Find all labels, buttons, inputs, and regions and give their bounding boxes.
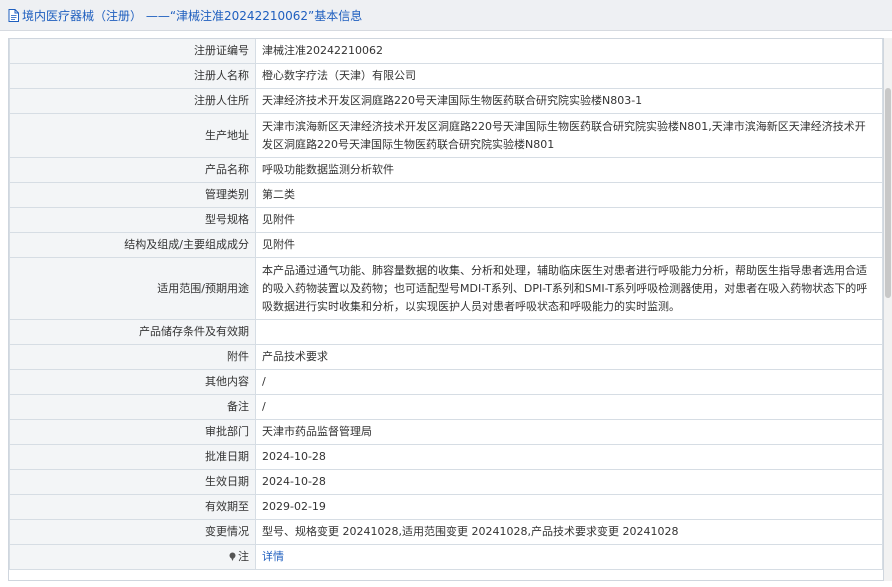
field-label: 备注	[9, 394, 256, 420]
field-value: 2024-10-28	[255, 469, 883, 495]
table-row: 附件 产品技术要求	[9, 344, 883, 370]
detail-table: 注册证编号 津械注准20242210062 注册人名称 橙心数字疗法（天津）有限…	[9, 39, 883, 570]
document-icon	[8, 8, 19, 22]
field-label: 生产地址	[9, 113, 256, 158]
field-value: 见附件	[255, 207, 883, 233]
field-value: /	[255, 369, 883, 395]
field-value: 2029-02-19	[255, 494, 883, 520]
table-row: 注册人名称 橙心数字疗法（天津）有限公司	[9, 63, 883, 89]
field-value	[255, 319, 883, 345]
field-label: 管理类别	[9, 182, 256, 208]
note-label: 注	[9, 544, 256, 570]
page-title: 境内医疗器械（注册） ——“津械注准20242210062”基本信息	[22, 8, 363, 23]
field-label: 适用范围/预期用途	[9, 257, 256, 320]
field-value: 天津经济技术开发区洞庭路220号天津国际生物医药联合研究院实验楼N803-1	[255, 88, 883, 114]
table-row: 结构及组成/主要组成成分 见附件	[9, 232, 883, 258]
table-row: 有效期至 2029-02-19	[9, 494, 883, 520]
field-value: 天津市滨海新区天津经济技术开发区洞庭路220号天津国际生物医药联合研究院实验楼N…	[255, 113, 883, 158]
field-label: 结构及组成/主要组成成分	[9, 232, 256, 258]
field-label: 型号规格	[9, 207, 256, 233]
field-label: 其他内容	[9, 369, 256, 395]
table-row: 管理类别 第二类	[9, 182, 883, 208]
note-value: 详情	[255, 544, 883, 570]
table-row: 适用范围/预期用途 本产品通过通气功能、肺容量数据的收集、分析和处理，辅助临床医…	[9, 257, 883, 320]
field-label: 生效日期	[9, 469, 256, 495]
table-row: 生效日期 2024-10-28	[9, 469, 883, 495]
table-row: 备注 /	[9, 394, 883, 420]
field-label: 注册人住所	[9, 88, 256, 114]
field-label: 批准日期	[9, 444, 256, 470]
field-value: 本产品通过通气功能、肺容量数据的收集、分析和处理，辅助临床医生对患者进行呼吸能力…	[255, 257, 883, 320]
field-value: 津械注准20242210062	[255, 39, 883, 64]
field-value: 2024-10-28	[255, 444, 883, 470]
note-label-text: 注	[238, 550, 249, 563]
field-label: 产品名称	[9, 157, 256, 183]
table-row: 型号规格 见附件	[9, 207, 883, 233]
field-label: 有效期至	[9, 494, 256, 520]
field-label: 审批部门	[9, 419, 256, 445]
scrollbar-track[interactable]	[884, 38, 892, 581]
field-label: 产品储存条件及有效期	[9, 319, 256, 345]
table-row: 产品名称 呼吸功能数据监测分析软件	[9, 157, 883, 183]
table-row: 批准日期 2024-10-28	[9, 444, 883, 470]
field-value: 产品技术要求	[255, 344, 883, 370]
pin-icon	[229, 552, 236, 561]
table-row: 注 详情	[9, 544, 883, 570]
table-row: 注册人住所 天津经济技术开发区洞庭路220号天津国际生物医药联合研究院实验楼N8…	[9, 88, 883, 114]
scrollbar-thumb[interactable]	[885, 88, 891, 298]
table-row: 其他内容 /	[9, 369, 883, 395]
field-value: 天津市药品监督管理局	[255, 419, 883, 445]
field-value: 橙心数字疗法（天津）有限公司	[255, 63, 883, 89]
page-header: 境内医疗器械（注册） ——“津械注准20242210062”基本信息	[0, 0, 892, 31]
detail-table-container: 注册证编号 津械注准20242210062 注册人名称 橙心数字疗法（天津）有限…	[8, 38, 884, 581]
field-value: 第二类	[255, 182, 883, 208]
field-value: /	[255, 394, 883, 420]
table-row: 注册证编号 津械注准20242210062	[9, 39, 883, 64]
field-label: 注册证编号	[9, 39, 256, 64]
field-value: 型号、规格变更 20241028,适用范围变更 20241028,产品技术要求变…	[255, 519, 883, 545]
field-value: 呼吸功能数据监测分析软件	[255, 157, 883, 183]
field-label: 附件	[9, 344, 256, 370]
table-row: 产品储存条件及有效期	[9, 319, 883, 345]
field-label: 注册人名称	[9, 63, 256, 89]
table-row: 生产地址 天津市滨海新区天津经济技术开发区洞庭路220号天津国际生物医药联合研究…	[9, 113, 883, 158]
field-label: 变更情况	[9, 519, 256, 545]
details-link[interactable]: 详情	[262, 550, 284, 563]
field-value: 见附件	[255, 232, 883, 258]
table-row: 变更情况 型号、规格变更 20241028,适用范围变更 20241028,产品…	[9, 519, 883, 545]
table-row: 审批部门 天津市药品监督管理局	[9, 419, 883, 445]
